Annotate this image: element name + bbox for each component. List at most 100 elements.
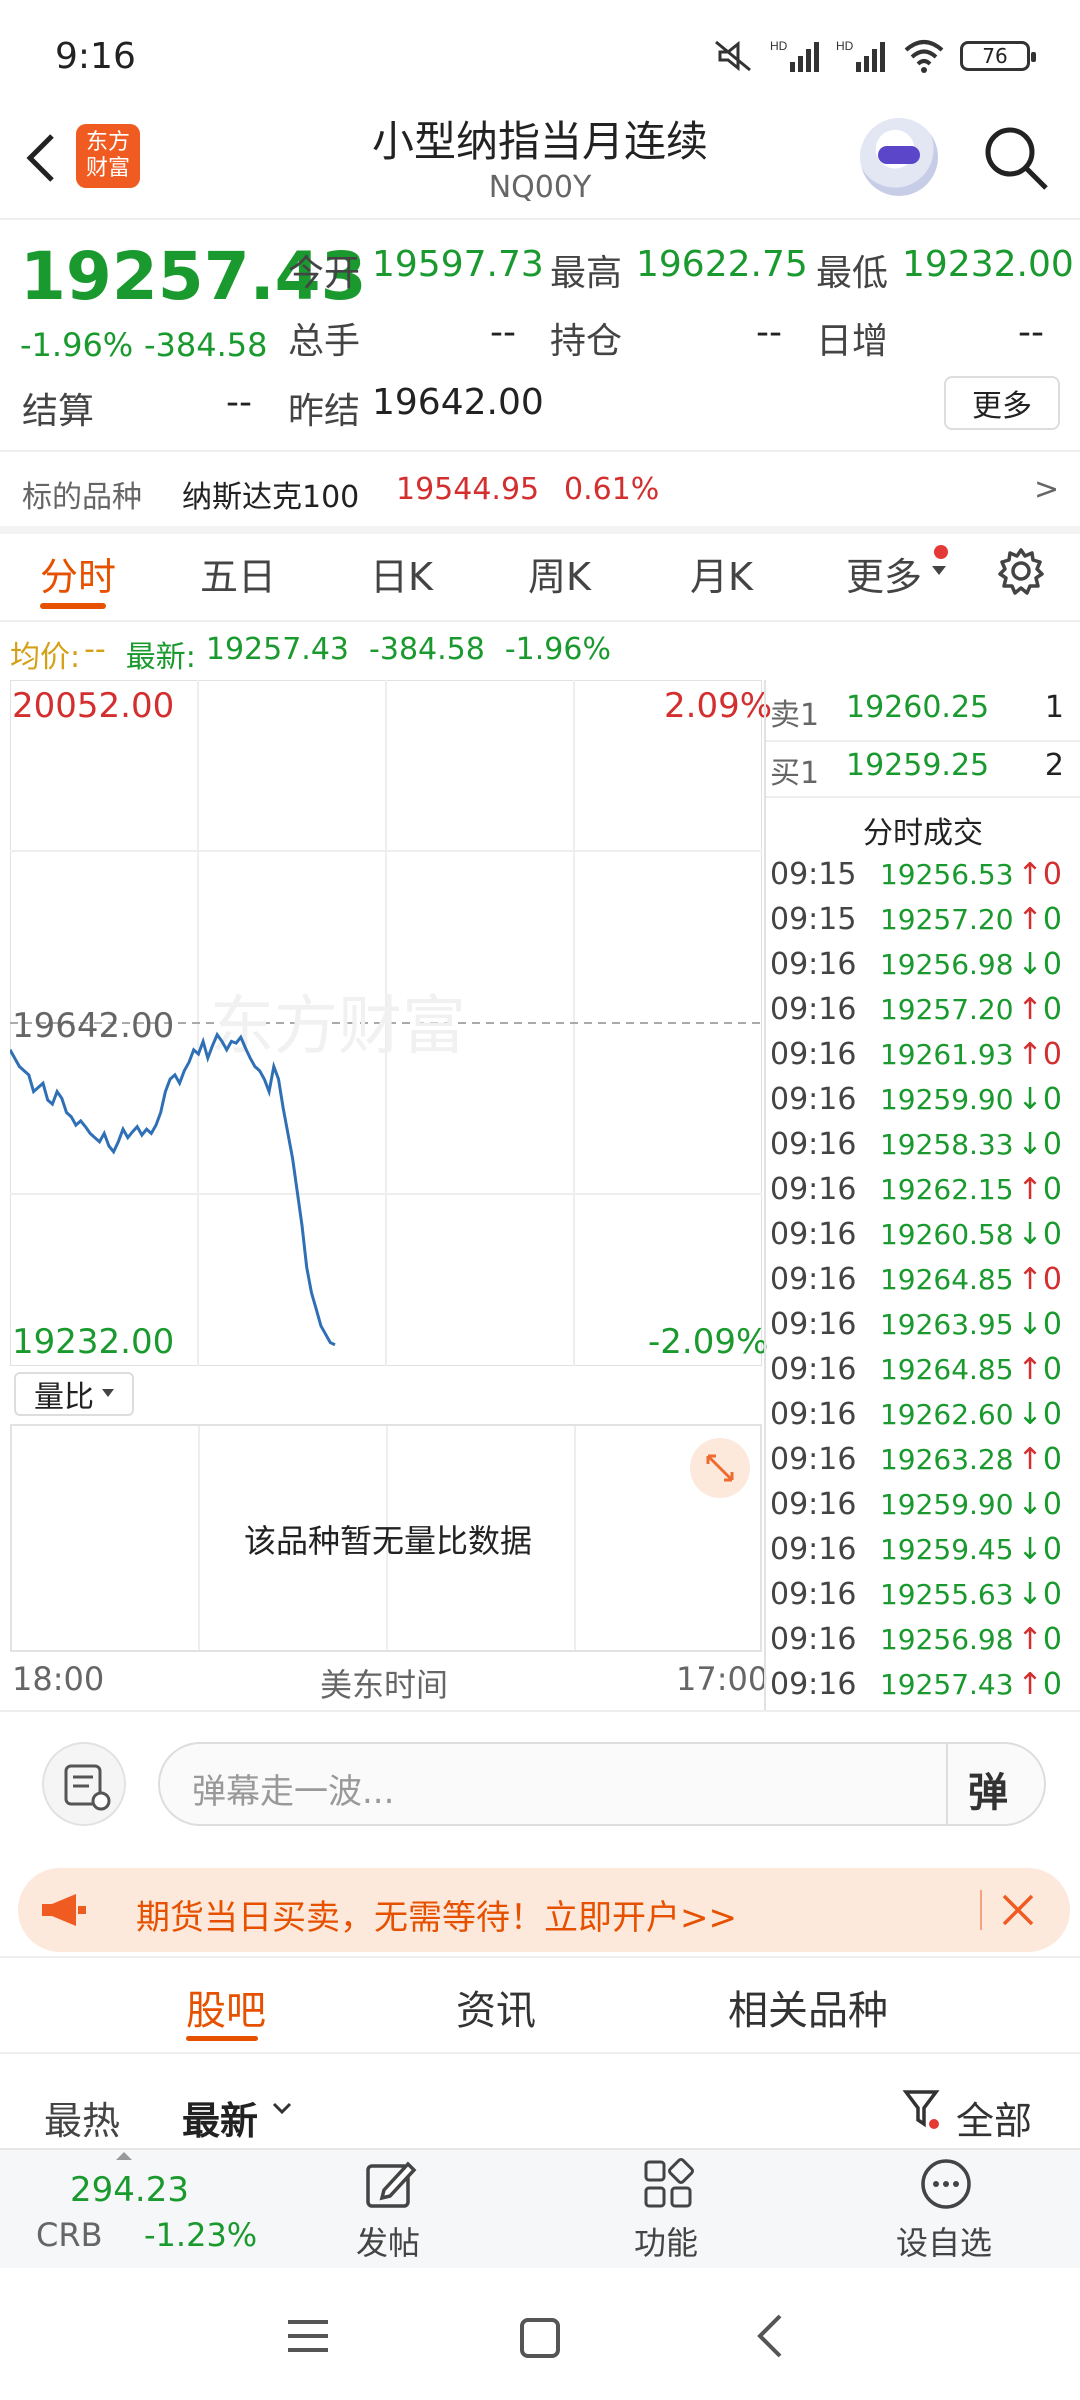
trade-time: 09:16	[770, 992, 857, 1027]
trade-time: 09:16	[770, 1262, 857, 1297]
trade-volume: 0	[1042, 1037, 1063, 1072]
signal-hd-icon: HD	[770, 39, 819, 72]
trade-time: 09:15	[770, 857, 857, 892]
trade-price: 19260.58	[879, 1218, 1014, 1251]
arrow-down-icon: ↓	[1017, 1127, 1043, 1162]
search-icon[interactable]	[980, 122, 1052, 194]
tab-news[interactable]: 资讯	[456, 1978, 536, 2036]
trades-title: 分时成交	[863, 816, 983, 851]
mute-icon	[715, 40, 751, 72]
trade-row: 09:16 19257.20 ↑ 0	[770, 987, 1070, 1032]
crb-pct[interactable]: -1.23%	[144, 2216, 257, 2254]
tab-weekly-k[interactable]: 周K	[528, 546, 591, 601]
daily-increase-label: 日增	[816, 321, 889, 362]
settle-label: 结算	[22, 391, 95, 432]
tab-monthly-k[interactable]: 月K	[690, 546, 753, 601]
trade-price: 19255.63	[879, 1578, 1014, 1611]
tab-daily-k[interactable]: 日K	[370, 546, 433, 601]
tab-more[interactable]: 更多	[846, 546, 922, 601]
trade-volume: 0	[1042, 1172, 1063, 1207]
underlying-pct: 0.61%	[564, 472, 660, 507]
back-nav-icon[interactable]	[752, 2312, 788, 2360]
close-icon[interactable]	[1000, 1892, 1036, 1928]
danmu-placeholder: 弹幕走一波...	[192, 1772, 395, 1812]
y-axis-bottom-label: 19232.00	[12, 1322, 175, 1362]
add-watchlist-button[interactable]: 设自选	[888, 2156, 1008, 2266]
trade-time: 09:16	[770, 1487, 857, 1522]
assistant-robot-icon[interactable]	[860, 118, 938, 196]
trade-time: 09:16	[770, 1667, 857, 1702]
trade-volume: 0	[1042, 992, 1063, 1027]
trade-price: 19256.98	[879, 1623, 1014, 1656]
tab-intraday[interactable]: 分时	[40, 546, 116, 601]
volume-ratio-dropdown[interactable]: 量比	[14, 1372, 134, 1416]
crb-name[interactable]: CRB	[36, 2216, 103, 2254]
expand-icon[interactable]	[690, 1438, 750, 1498]
arrow-up-icon: ↑	[1017, 1352, 1043, 1387]
signal-hd-icon: HD	[836, 39, 885, 72]
ask-row: 卖1 19260.25 1	[770, 690, 1064, 733]
function-button[interactable]: 功能	[618, 2156, 718, 2266]
x-axis-timezone-label: 美东时间	[320, 1666, 449, 1704]
arrow-down-icon: ↓	[1017, 1397, 1043, 1432]
trade-price: 19261.93	[879, 1038, 1014, 1071]
filter-all[interactable]: 全部	[956, 2090, 1032, 2145]
trade-row: 09:16 19264.85 ↑ 0	[770, 1257, 1070, 1302]
arrow-down-icon: ↓	[1017, 1487, 1043, 1522]
tab-five-day[interactable]: 五日	[200, 546, 276, 601]
sort-hot[interactable]: 最热	[44, 2090, 120, 2145]
trade-time: 09:16	[770, 1397, 857, 1432]
tab-stock-forum[interactable]: 股吧	[186, 1978, 266, 2036]
crb-value[interactable]: 294.23	[70, 2170, 189, 2210]
danmu-input[interactable]: 弹幕走一波... 弹	[158, 1742, 1046, 1826]
high-value: 19622.75	[636, 244, 808, 285]
trade-price: 19259.90	[879, 1083, 1014, 1116]
trade-volume: 0	[1042, 1622, 1063, 1657]
trade-row: 09:16 19263.28 ↑ 0	[770, 1437, 1070, 1482]
open-label: 今开	[288, 253, 361, 294]
filter-icon[interactable]	[902, 2088, 944, 2132]
trade-time: 09:16	[770, 947, 857, 982]
chevron-down-icon	[272, 2102, 292, 2115]
underlying-row[interactable]: 标的品种 纳斯达克100 19544.95 0.61% >	[0, 452, 1080, 528]
promo-banner[interactable]: 期货当日买卖，无需等待！立即开户>>	[18, 1868, 1070, 1952]
wifi-icon	[904, 40, 944, 73]
settings-gear-icon[interactable]	[996, 546, 1046, 596]
trade-price: 19263.95	[879, 1308, 1014, 1341]
trade-row: 09:16 19261.93 ↑ 0	[770, 1032, 1070, 1077]
arrow-up-icon: ↑	[1017, 1622, 1043, 1657]
arrow-up-icon: ↑	[1017, 1037, 1043, 1072]
change-pct: -1.96%	[20, 326, 134, 364]
arrow-up-icon: ↑	[1017, 857, 1043, 892]
more-button[interactable]: 更多	[944, 376, 1060, 430]
trade-row: 09:16 19258.33 ↓ 0	[770, 1122, 1070, 1167]
notification-dot	[934, 545, 948, 559]
arrow-down-icon: ↓	[1017, 1577, 1043, 1612]
comment-settings-button[interactable]	[42, 1742, 126, 1826]
menu-icon[interactable]	[286, 2316, 330, 2356]
volume-value: --	[490, 312, 516, 353]
trade-price: 19264.85	[879, 1353, 1014, 1386]
sort-latest[interactable]: 最新	[182, 2090, 258, 2145]
change-amount: -384.58	[144, 326, 268, 364]
trade-price: 19256.53	[879, 858, 1014, 891]
danmu-toggle-button[interactable]: 弹	[968, 1760, 1008, 1818]
trade-time: 09:16	[770, 1577, 857, 1612]
trade-row: 09:16 19256.98 ↑ 0	[770, 1617, 1070, 1662]
y-axis-bottom-pct: -2.09%	[648, 1322, 769, 1362]
trade-time: 09:16	[770, 1127, 857, 1162]
tab-related[interactable]: 相关品种	[728, 1978, 888, 2036]
x-axis-end-label: 17:00	[676, 1660, 769, 1698]
high-label: 最高	[550, 253, 623, 294]
arrow-up-icon: ↑	[1017, 1262, 1043, 1297]
banner-text: 期货当日买卖，无需等待！立即开户>>	[136, 1898, 737, 1938]
dropdown-triangle-icon	[932, 566, 946, 575]
open-value: 19597.73	[372, 244, 544, 285]
trade-time: 09:16	[770, 1622, 857, 1657]
post-button[interactable]: 发帖	[340, 2156, 440, 2266]
y-axis-top-label: 20052.00	[12, 686, 175, 726]
open-interest-value: --	[756, 312, 782, 353]
underlying-label: 标的品种	[22, 480, 142, 515]
home-icon[interactable]	[518, 2316, 562, 2360]
latest-change: -384.58	[369, 632, 485, 667]
